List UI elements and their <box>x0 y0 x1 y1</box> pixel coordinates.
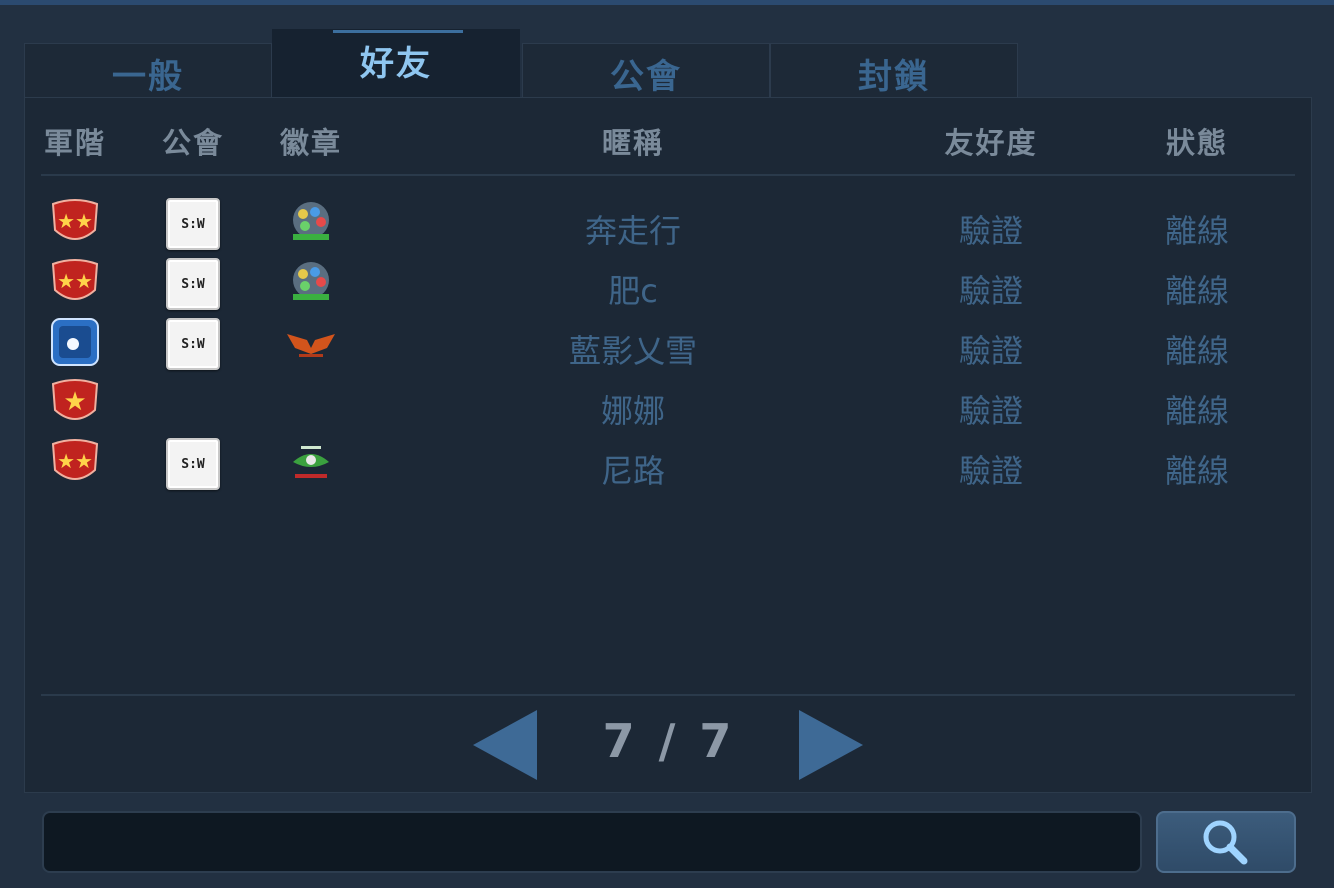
colorful-crest-badge-icon <box>285 198 337 246</box>
tab-bar: 一般 好友 公會 封鎖 <box>24 29 1024 99</box>
column-header-nickname[interactable]: 暱稱 <box>602 120 664 162</box>
svg-text:★★: ★★ <box>57 449 93 473</box>
svg-text:★★: ★★ <box>57 209 93 233</box>
right-arrow-icon[interactable] <box>799 710 863 780</box>
friend-nickname[interactable]: 肥c <box>608 266 658 312</box>
friendship-level: 驗證 <box>958 212 1024 250</box>
friendship-level: 驗證 <box>958 332 1024 370</box>
column-header-badge[interactable]: 徽章 <box>280 120 342 162</box>
left-arrow-icon[interactable] <box>473 710 537 780</box>
online-status: 離線 <box>1164 272 1230 310</box>
svg-text:★★: ★★ <box>57 269 93 293</box>
friends-window: 一般 好友 公會 封鎖 軍階 公會 徽章 暱稱 友好度 狀態 ★★ S:W 奔走行… <box>0 5 1334 888</box>
header-divider <box>41 174 1295 176</box>
guild-emblem-icon[interactable]: S:W <box>166 438 220 490</box>
guild-emblem-icon[interactable]: S:W <box>166 318 220 370</box>
magnifier-icon <box>1203 820 1248 865</box>
search-input[interactable] <box>42 811 1142 873</box>
friend-row[interactable]: ★★ S:W 奔走行 驗證 離線 <box>25 196 1311 256</box>
friendship-level: 驗證 <box>958 272 1024 310</box>
red-two-star-rank-icon: ★★ <box>49 196 101 248</box>
friends-list-panel: 軍階 公會 徽章 暱稱 友好度 狀態 ★★ S:W 奔走行 驗證 離線 ★★ S:W 肥… <box>24 97 1312 793</box>
friend-nickname[interactable]: 尼路 <box>601 446 665 492</box>
online-status: 離線 <box>1164 332 1230 370</box>
online-status: 離線 <box>1164 392 1230 430</box>
tab-general-label: 一般 <box>112 57 184 97</box>
table-header: 軍階 公會 徽章 暱稱 友好度 狀態 <box>25 98 1311 176</box>
tab-friends[interactable]: 好友 <box>272 29 520 99</box>
pagination: 7 / 7 <box>25 696 1311 792</box>
friend-row[interactable]: ★★ S:W 尼路 驗證 離線 <box>25 436 1311 496</box>
friend-row[interactable]: ★ 娜娜 驗證 離線 <box>25 376 1311 436</box>
tab-guild[interactable]: 公會 <box>522 43 770 99</box>
friendship-level: 驗證 <box>958 452 1024 490</box>
colorful-crest-badge-icon <box>285 258 337 306</box>
friend-nickname[interactable]: 藍影乂雪 <box>569 326 697 372</box>
svg-text:★: ★ <box>63 387 86 417</box>
column-header-status[interactable]: 狀態 <box>1166 120 1228 162</box>
blue-rank-icon <box>49 316 101 368</box>
guild-emblem-icon[interactable]: S:W <box>166 198 220 250</box>
column-header-friendship[interactable]: 友好度 <box>944 120 1037 162</box>
tab-friends-label: 好友 <box>360 44 432 84</box>
tab-guild-label: 公會 <box>610 57 682 97</box>
guild-emblem-icon[interactable]: S:W <box>166 258 220 310</box>
friend-row[interactable]: S:W 藍影乂雪 驗證 離線 <box>25 316 1311 376</box>
tab-blocked-label: 封鎖 <box>858 57 930 97</box>
friendship-level: 驗證 <box>958 392 1024 430</box>
red-two-star-rank-icon: ★★ <box>49 436 101 488</box>
tab-blocked[interactable]: 封鎖 <box>770 43 1018 99</box>
search-button[interactable] <box>1156 811 1296 873</box>
column-header-rank[interactable]: 軍階 <box>44 120 106 162</box>
column-header-guild[interactable]: 公會 <box>162 120 224 162</box>
red-one-star-rank-icon: ★ <box>49 376 101 428</box>
friend-nickname[interactable]: 奔走行 <box>585 206 681 252</box>
green-eagle-badge-icon <box>285 438 337 486</box>
friend-nickname[interactable]: 娜娜 <box>601 386 665 432</box>
online-status: 離線 <box>1164 452 1230 490</box>
orange-wings-badge-icon <box>285 318 337 366</box>
red-two-star-rank-icon: ★★ <box>49 256 101 308</box>
page-indicator: 7 / 7 <box>602 714 736 768</box>
tab-general[interactable]: 一般 <box>24 43 272 99</box>
online-status: 離線 <box>1164 212 1230 250</box>
friend-row[interactable]: ★★ S:W 肥c 驗證 離線 <box>25 256 1311 316</box>
